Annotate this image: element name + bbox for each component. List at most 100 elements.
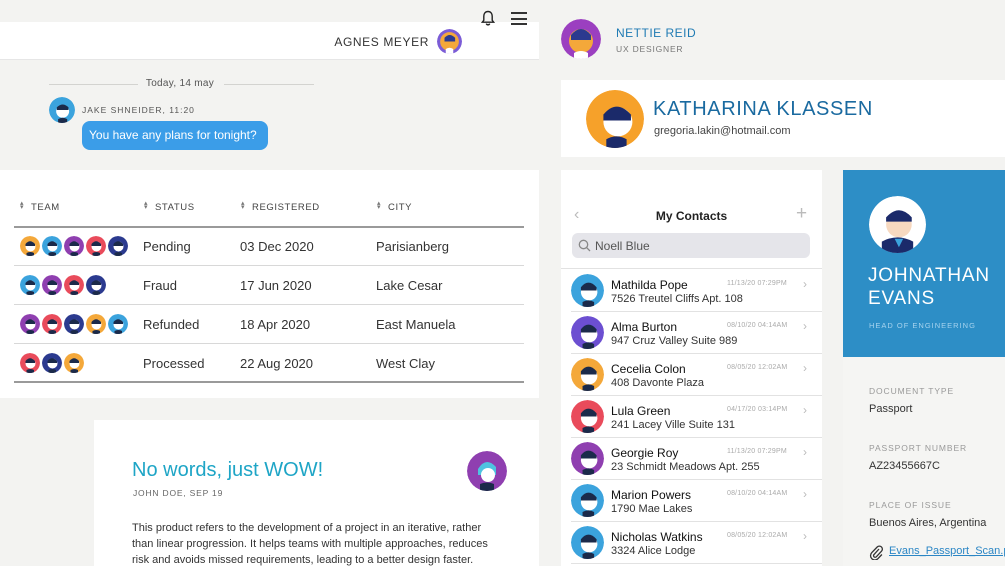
sort-icon: ▴ ▾ bbox=[144, 200, 149, 211]
row-divider bbox=[14, 265, 524, 266]
contact-divider bbox=[571, 437, 822, 438]
contact-avatar bbox=[571, 358, 604, 391]
team-member-avatar bbox=[41, 352, 63, 374]
table-cell-city: West Clay bbox=[376, 356, 435, 371]
table-cell-status: Refunded bbox=[143, 317, 200, 332]
contacts-divider bbox=[561, 268, 822, 269]
nettie-avatar[interactable] bbox=[561, 19, 601, 59]
contact-divider bbox=[571, 395, 822, 396]
passport-number-label: PASSPORT NUMBER bbox=[869, 443, 968, 453]
article-meta: JOHN DOE, SEP 19 bbox=[133, 488, 224, 498]
team-member-avatar bbox=[107, 313, 129, 335]
team-member-avatar bbox=[19, 313, 41, 335]
chevron-right-icon: › bbox=[803, 277, 807, 291]
person-name: JOHNATHAN EVANS bbox=[868, 265, 990, 309]
table-cell-city: East Manuela bbox=[376, 317, 456, 332]
table-cell-city: Lake Cesar bbox=[376, 278, 443, 293]
place-of-issue-label: PLACE OF ISSUE bbox=[869, 500, 952, 510]
contact-time: 11/13/20 07:29PM bbox=[727, 280, 787, 287]
search-value: Noell Blue bbox=[595, 239, 650, 253]
contact-avatar bbox=[571, 484, 604, 517]
contact-address: 7526 Treutel Cliffs Apt. 108 bbox=[611, 293, 743, 305]
contact-time: 08/10/20 04:14AM bbox=[727, 490, 788, 497]
user-avatar[interactable] bbox=[437, 29, 462, 54]
article-title[interactable]: No words, just WOW! bbox=[132, 459, 323, 482]
team-member-avatar bbox=[85, 235, 107, 257]
user-name[interactable]: AGNES MEYER bbox=[334, 35, 429, 49]
author-avatar bbox=[467, 451, 507, 491]
profile-name[interactable]: NETTIE REID bbox=[616, 26, 696, 40]
contact-name: Marion Powers bbox=[611, 488, 692, 502]
contact-address: 3324 Alice Lodge bbox=[611, 545, 696, 557]
contact-address: 23 Schmidt Meadows Apt. 255 bbox=[611, 461, 760, 473]
team-member-avatar bbox=[63, 352, 85, 374]
column-header-registered[interactable]: ▴ ▾ REGISTERED bbox=[241, 200, 320, 213]
place-of-issue-value: Buenos Aires, Argentina bbox=[869, 517, 987, 529]
contact-divider bbox=[571, 521, 822, 522]
contact-name: Nicholas Watkins bbox=[611, 530, 703, 544]
team-member-avatar bbox=[85, 274, 107, 296]
chat-date: Today, 14 may bbox=[145, 78, 215, 89]
contact-name: Lula Green bbox=[611, 404, 671, 418]
passport-number-value: AZ23455667C bbox=[869, 460, 940, 472]
contact-avatar bbox=[571, 274, 604, 307]
contact-time: 08/05/20 12:02AM bbox=[727, 364, 788, 371]
chevron-right-icon: › bbox=[803, 319, 807, 333]
contact-avatar bbox=[571, 316, 604, 349]
table-cell-status: Processed bbox=[143, 356, 205, 371]
bell-icon[interactable] bbox=[481, 10, 495, 26]
contact-time: 04/17/20 03:14PM bbox=[727, 406, 788, 413]
paperclip-icon bbox=[869, 545, 883, 560]
team-member-avatar bbox=[63, 235, 85, 257]
table-header-rule bbox=[14, 226, 524, 228]
person-avatar bbox=[869, 196, 926, 253]
contact-avatar bbox=[571, 400, 604, 433]
chevron-right-icon: › bbox=[803, 487, 807, 501]
team-member-avatar bbox=[19, 235, 41, 257]
document-type-label: DOCUMENT TYPE bbox=[869, 386, 955, 396]
team-member-avatar bbox=[41, 274, 63, 296]
column-header-team[interactable]: ▴ ▾ TEAM bbox=[20, 200, 60, 213]
chevron-right-icon: › bbox=[803, 445, 807, 459]
profile-card-name[interactable]: KATHARINA KLASSEN bbox=[653, 98, 873, 121]
profile-card-email[interactable]: gregoria.lakin@hotmail.com bbox=[654, 125, 791, 137]
team-member-avatar bbox=[41, 313, 63, 335]
table-cell-registered: 22 Aug 2020 bbox=[240, 356, 314, 371]
chat-message-bubble: You have any plans for tonight? bbox=[82, 121, 268, 150]
add-contact-icon[interactable]: + bbox=[796, 203, 807, 225]
contact-search-input[interactable]: Noell Blue bbox=[572, 233, 810, 258]
table-cell-registered: 03 Dec 2020 bbox=[240, 239, 314, 254]
passport-attachment-link[interactable]: Evans_Passport_Scan.pdf bbox=[889, 545, 1005, 557]
profile-role: UX DESIGNER bbox=[616, 44, 684, 54]
search-icon bbox=[578, 239, 591, 252]
chevron-right-icon: › bbox=[803, 361, 807, 375]
contact-avatar bbox=[571, 442, 604, 475]
chevron-right-icon: › bbox=[803, 403, 807, 417]
contact-avatar bbox=[571, 526, 604, 559]
table-cell-registered: 17 Jun 2020 bbox=[240, 278, 312, 293]
contact-time: 11/13/20 07:29PM bbox=[727, 448, 787, 455]
contact-address: 1790 Mae Lakes bbox=[611, 503, 693, 515]
contact-time: 08/10/20 04:14AM bbox=[727, 322, 788, 329]
team-member-avatar bbox=[63, 274, 85, 296]
team-member-avatar bbox=[107, 235, 129, 257]
table-footer-rule bbox=[14, 381, 524, 383]
contact-name: Alma Burton bbox=[611, 320, 678, 334]
contact-divider bbox=[571, 563, 822, 564]
chat-sender: JAKE SHNEIDER, 11:20 bbox=[82, 105, 195, 115]
sender-avatar bbox=[49, 97, 75, 123]
sort-icon: ▴ ▾ bbox=[241, 200, 246, 211]
column-header-status[interactable]: ▴ ▾ STATUS bbox=[144, 200, 195, 213]
chevron-right-icon: › bbox=[803, 529, 807, 543]
person-role: HEAD OF ENGINEERING bbox=[869, 321, 976, 330]
team-member-avatar bbox=[85, 313, 107, 335]
team-member-avatar bbox=[63, 313, 85, 335]
contact-address: 947 Cruz Valley Suite 989 bbox=[611, 335, 738, 347]
column-header-city[interactable]: ▴ ▾ CITY bbox=[377, 200, 412, 213]
team-member-avatar bbox=[19, 352, 41, 374]
document-type-value: Passport bbox=[869, 403, 913, 415]
team-member-avatar bbox=[19, 274, 41, 296]
menu-icon[interactable] bbox=[511, 12, 527, 25]
sort-icon: ▴ ▾ bbox=[377, 200, 382, 211]
table-cell-registered: 18 Apr 2020 bbox=[240, 317, 311, 332]
